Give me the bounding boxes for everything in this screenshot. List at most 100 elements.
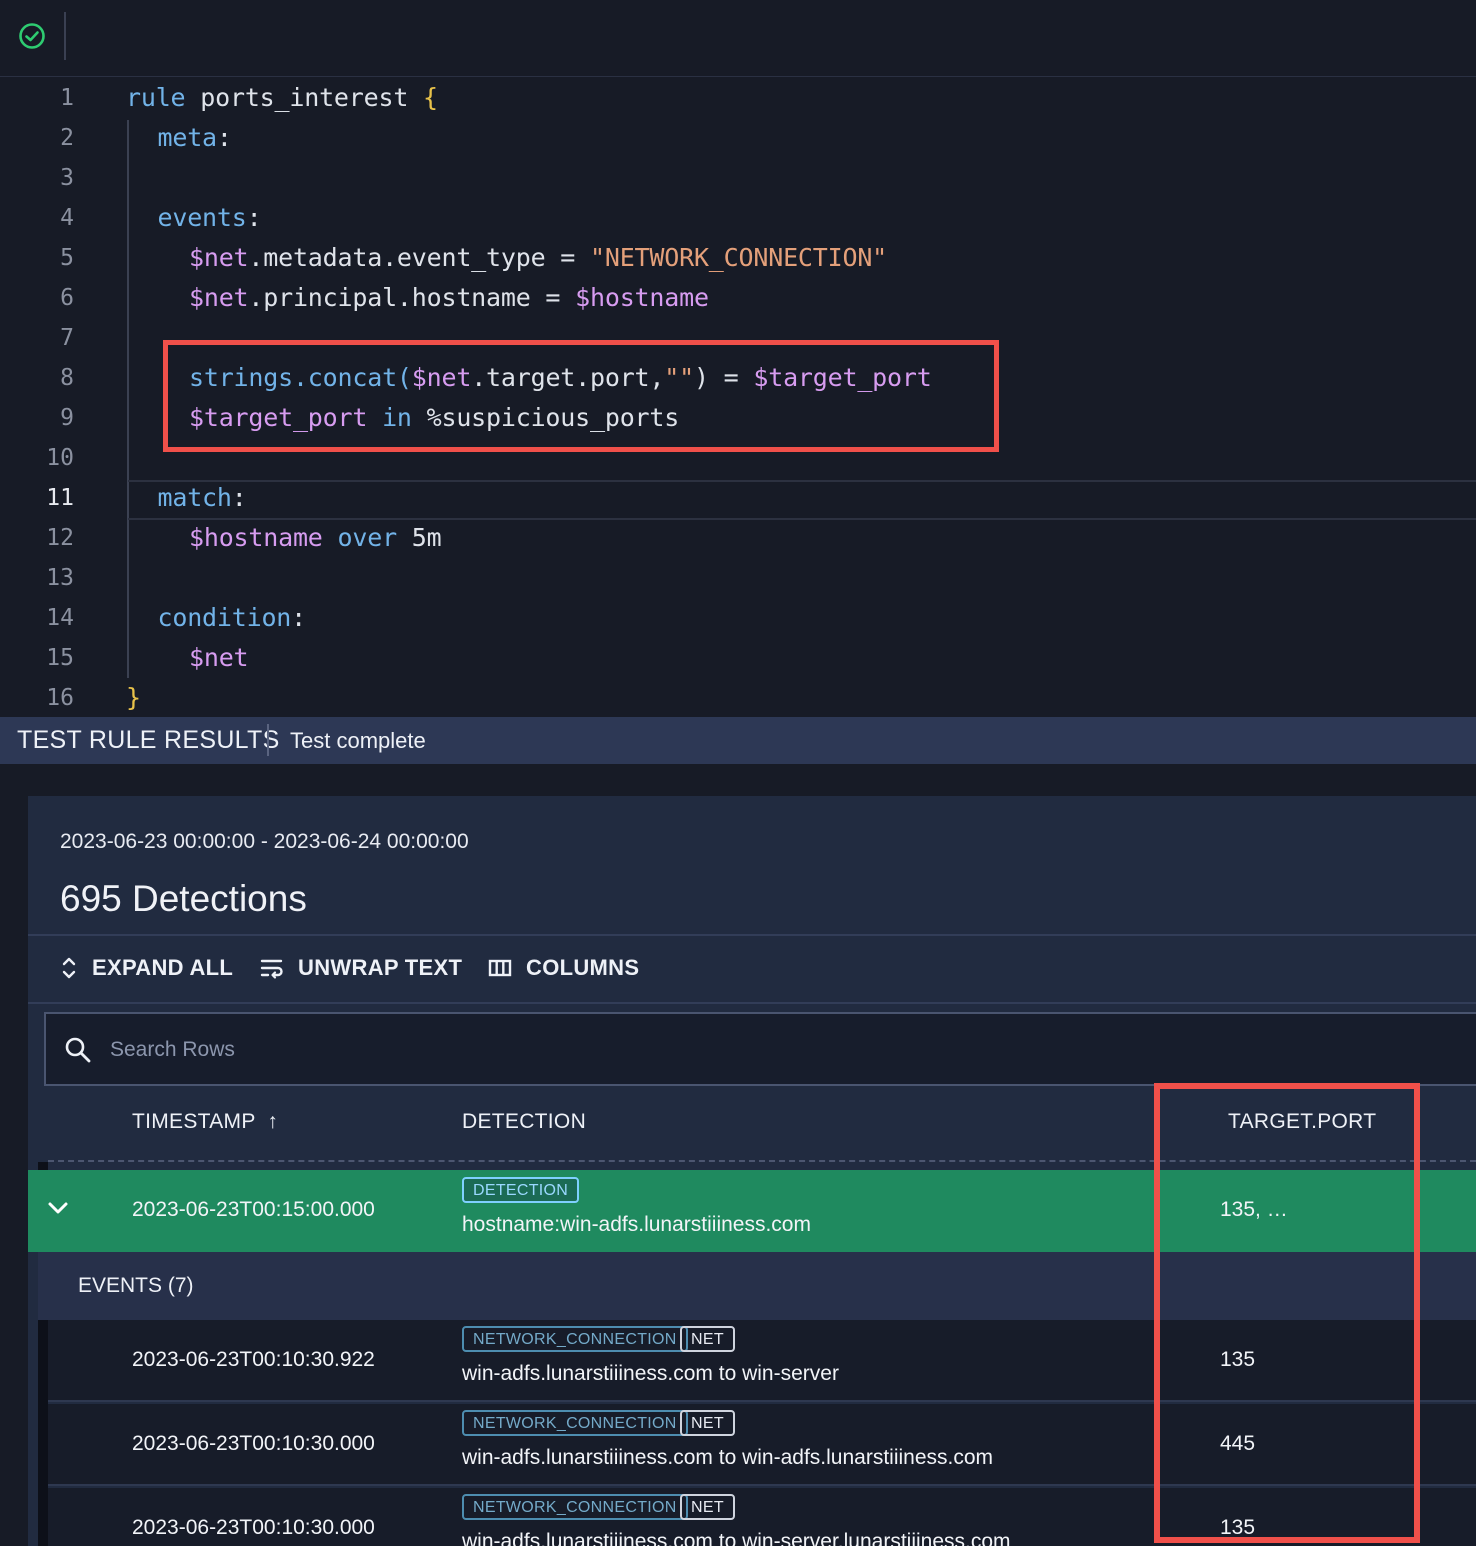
- code-line[interactable]: 15 $net: [0, 638, 1476, 678]
- code-token: :: [231, 483, 247, 512]
- columns-button[interactable]: COLUMNS: [488, 936, 639, 1000]
- code-token: $net: [189, 643, 249, 672]
- line-number: 12: [46, 525, 74, 551]
- code-token: }: [126, 683, 141, 712]
- event-category-tag: NET: [680, 1494, 735, 1520]
- event-category-tag: NET: [680, 1410, 735, 1436]
- code-text: }: [126, 678, 141, 718]
- code-token: meta: [157, 123, 218, 152]
- line-number: 2: [60, 125, 74, 151]
- line-number: 7: [60, 325, 74, 351]
- unfold-icon: [62, 957, 76, 979]
- code-text: condition:: [158, 598, 307, 638]
- expand-all-button[interactable]: EXPAND ALL: [60, 936, 233, 1000]
- columns-icon: [488, 959, 512, 977]
- event-type-tag: NETWORK_CONNECTION: [462, 1410, 688, 1436]
- unwrap-text-button[interactable]: UNWRAP TEXT: [260, 936, 462, 1000]
- code-token: :: [291, 603, 307, 632]
- events-label: EVENTS (7): [78, 1274, 194, 1297]
- code-editor[interactable]: 1 rule ports_interest {2 meta: 3 4 events: 5 $n…: [0, 78, 1476, 717]
- code-line[interactable]: 1 rule ports_interest {: [0, 78, 1476, 118]
- code-text: $net.metadata.event_type = "NETWORK_CONN…: [189, 238, 887, 278]
- event-type-tag: NETWORK_CONNECTION: [462, 1494, 688, 1520]
- sort-ascending-icon: ↑: [267, 1110, 279, 1133]
- code-token: $net: [189, 283, 249, 312]
- code-token: events: [157, 203, 247, 232]
- line-number: 4: [60, 205, 74, 231]
- code-token: .metadata.event_type =: [248, 243, 590, 272]
- check-circle-icon: [19, 23, 45, 49]
- line-number: 1: [60, 85, 74, 111]
- wrap-text-icon: [260, 959, 283, 979]
- column-header-detection[interactable]: DETECTION: [462, 1086, 586, 1158]
- expand-all-label: EXPAND ALL: [92, 955, 234, 980]
- event-category-tag: NET: [680, 1326, 735, 1352]
- code-token: $hostname: [575, 283, 709, 312]
- column-header-timestamp[interactable]: TIMESTAMP ↑: [132, 1086, 278, 1158]
- results-toolbar: EXPAND ALL UNWRAP TEXT COLUMNS: [28, 936, 1476, 1000]
- code-text: $hostname over 5m: [189, 518, 442, 558]
- search-input[interactable]: [108, 1014, 1012, 1086]
- date-range: 2023-06-23 00:00:00 - 2023-06-24 00:00:0…: [60, 830, 469, 853]
- line-number: 5: [60, 245, 74, 271]
- line-number: 6: [60, 285, 74, 311]
- toolbar-divider: [64, 12, 66, 60]
- event-text: win-adfs.lunarstiiiness.com to win-serve…: [462, 1530, 1011, 1546]
- code-token: match: [157, 483, 232, 512]
- event-text: win-adfs.lunarstiiiness.com to win-serve…: [462, 1362, 839, 1385]
- chevron-down-icon[interactable]: [46, 1200, 70, 1216]
- code-token: $hostname: [189, 523, 323, 552]
- search-box[interactable]: [44, 1012, 1476, 1086]
- code-line[interactable]: 13: [0, 558, 1476, 598]
- event-text: win-adfs.lunarstiiiness.com to win-adfs.…: [462, 1446, 994, 1469]
- code-text: $net.principal.hostname = $hostname: [189, 278, 709, 318]
- event-timestamp: 2023-06-23T00:10:30.000: [132, 1432, 375, 1455]
- code-line[interactable]: 11 match:: [0, 478, 1476, 518]
- search-icon: [65, 1037, 91, 1063]
- code-token: ports_interest: [200, 83, 424, 112]
- code-line[interactable]: 14 condition:: [0, 598, 1476, 638]
- code-token: "NETWORK_CONNECTION": [590, 243, 888, 272]
- event-timestamp: 2023-06-23T00:10:30.922: [132, 1348, 375, 1371]
- line-number: 11: [46, 485, 74, 511]
- line-number: 14: [46, 605, 74, 631]
- annotation-box-target-port: [1154, 1083, 1420, 1543]
- code-line[interactable]: 4 events:: [0, 198, 1476, 238]
- columns-label: COLUMNS: [526, 955, 640, 980]
- detections-count: 695 Detections: [60, 878, 307, 919]
- editor-toolbar: [0, 0, 1476, 77]
- code-text: meta:: [158, 118, 232, 158]
- results-header-bar: TEST RULE RESULTS Test complete: [0, 717, 1476, 764]
- detection-text: hostname:win-adfs.lunarstiiiness.com: [462, 1213, 811, 1236]
- line-number: 13: [46, 565, 74, 591]
- line-number: 8: [60, 365, 74, 391]
- code-token: $net: [189, 243, 249, 272]
- line-number: 10: [46, 445, 74, 471]
- code-line[interactable]: 3: [0, 158, 1476, 198]
- code-token: rule: [126, 83, 201, 112]
- code-line[interactable]: 5 $net.metadata.event_type = "NETWORK_CON…: [0, 238, 1476, 278]
- code-token: :: [216, 123, 232, 152]
- code-token: {: [423, 83, 438, 112]
- event-type-tag: NETWORK_CONNECTION: [462, 1326, 688, 1352]
- line-number: 15: [46, 645, 74, 671]
- line-number: 16: [46, 685, 74, 711]
- code-token: over: [322, 523, 412, 552]
- code-token: :: [246, 203, 262, 232]
- annotation-box-code: [163, 340, 999, 452]
- results-divider: [267, 724, 269, 756]
- code-line[interactable]: 2 meta:: [0, 118, 1476, 158]
- detection-timestamp: 2023-06-23T00:15:00.000: [132, 1198, 375, 1221]
- code-text: $net: [189, 638, 249, 678]
- code-line[interactable]: 16}: [0, 678, 1476, 718]
- code-token: condition: [157, 603, 292, 632]
- unwrap-text-label: UNWRAP TEXT: [298, 955, 463, 980]
- code-line[interactable]: 6 $net.principal.hostname = $hostname: [0, 278, 1476, 318]
- line-number: 9: [60, 405, 74, 431]
- timestamp-header-label: TIMESTAMP: [132, 1110, 256, 1133]
- code-line[interactable]: 12 $hostname over 5m: [0, 518, 1476, 558]
- results-title: TEST RULE RESULTS: [17, 726, 280, 754]
- code-text: match:: [158, 478, 247, 518]
- line-number: 3: [60, 165, 74, 191]
- event-timestamp: 2023-06-23T00:10:30.000: [132, 1516, 375, 1539]
